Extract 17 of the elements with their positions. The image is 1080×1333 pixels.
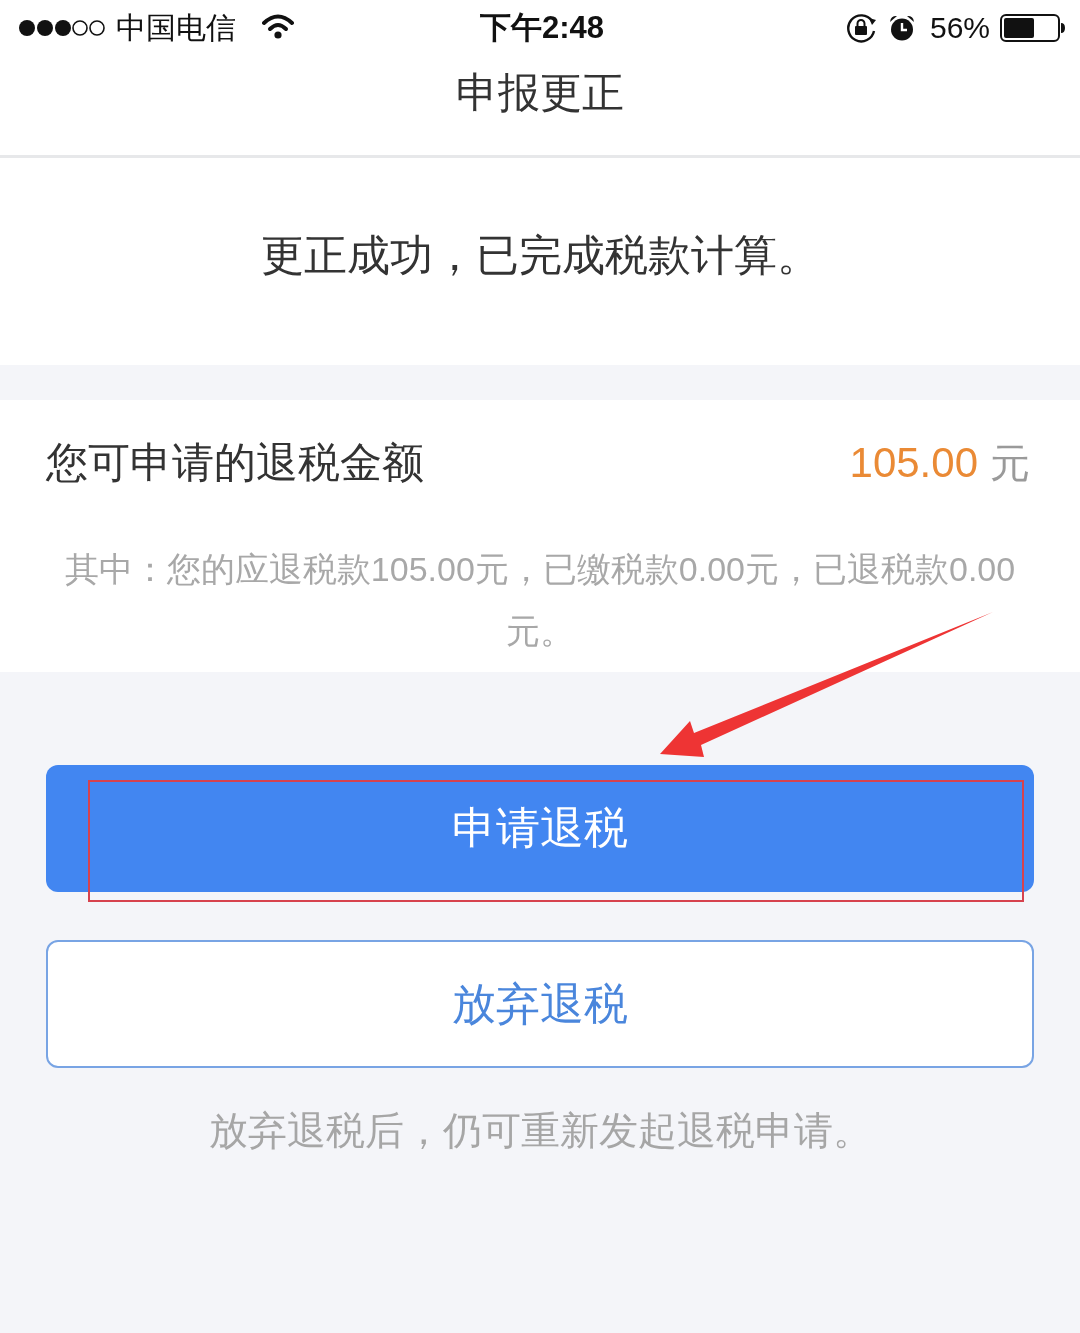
refund-label: 您可申请的退税金额 xyxy=(46,438,424,488)
alarm-clock-icon xyxy=(887,13,916,42)
refund-amount: 105.00 xyxy=(849,438,978,488)
currency-unit: 元 xyxy=(990,440,1030,487)
carrier-name: 中国电信 xyxy=(116,9,236,46)
success-message: 更正成功，已完成税款计算。 xyxy=(260,229,820,281)
status-time: 下午2:48 xyxy=(479,9,604,46)
page-title: 申报更正 xyxy=(456,68,624,118)
rotation-lock-icon xyxy=(845,12,878,43)
primary-button[interactable]: 申请退税 xyxy=(46,765,1034,892)
battery-percent: 56% xyxy=(929,9,990,46)
hint-text: 放弃退税后，仍可重新发起退税申请。 xyxy=(207,1108,873,1154)
outline-button[interactable]: 放弃退税 xyxy=(46,940,1034,1068)
wifi-icon xyxy=(262,12,294,39)
refund-breakdown: 其中：您的应退税款105.00元，已缴税款0.00元，已退税款0.00元。 xyxy=(63,549,1017,652)
battery-icon xyxy=(1000,13,1066,42)
signal-icon xyxy=(18,18,106,37)
